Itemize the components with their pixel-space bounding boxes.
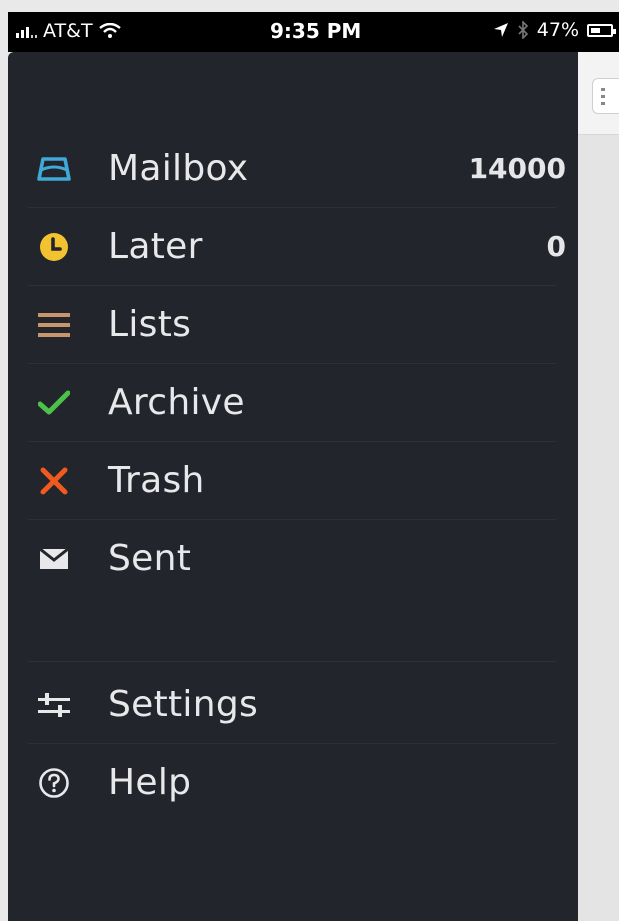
status-bar: AT&T 9:35 PM 47%: [8, 12, 619, 52]
help-circle-icon: [34, 763, 74, 803]
menu-item-label: Later: [108, 226, 203, 267]
battery-icon: [587, 23, 616, 37]
sliders-icon: [34, 685, 74, 725]
menu-item-help[interactable]: Help: [28, 744, 556, 821]
menu-item-mailbox[interactable]: Mailbox 14000: [28, 130, 566, 208]
content-toolbar: [578, 52, 619, 135]
carrier-name: AT&T: [43, 20, 93, 42]
menu-divider: [28, 661, 556, 662]
menu-item-trash[interactable]: Trash: [28, 442, 556, 520]
side-menu: Mailbox 14000 Later 0 Lists Archive Tras…: [8, 52, 578, 921]
checkmark-icon: [34, 383, 74, 423]
bluetooth-icon: [518, 21, 528, 39]
battery-percent: 47%: [536, 19, 579, 41]
menu-item-later[interactable]: Later 0: [28, 208, 566, 286]
menu-item-label: Help: [108, 762, 192, 803]
status-bar-left: AT&T: [16, 20, 121, 42]
signal-strength-icon: [16, 24, 37, 38]
menu-item-label: Trash: [108, 460, 205, 501]
clock-icon: [34, 227, 74, 267]
x-icon: [34, 461, 74, 501]
wifi-icon: [98, 23, 121, 38]
menu-item-label: Mailbox: [108, 148, 249, 189]
envelope-icon: [34, 539, 74, 579]
menu-item-label: Sent: [108, 538, 192, 579]
menu-item-count: 0: [546, 230, 566, 263]
status-time: 9:35 PM: [270, 19, 362, 43]
menu-item-label: Settings: [108, 684, 259, 725]
menu-item-label: Archive: [108, 382, 245, 423]
menu-item-lists[interactable]: Lists: [28, 286, 556, 364]
list-icon: [34, 305, 74, 345]
status-bar-right: 47%: [493, 19, 616, 41]
menu-item-count: 14000: [468, 152, 566, 185]
menu-item-archive[interactable]: Archive: [28, 364, 556, 442]
menu-item-label: Lists: [108, 304, 192, 345]
menu-toggle-button[interactable]: [592, 78, 619, 114]
main-content-peek[interactable]: [578, 52, 619, 921]
menu-item-sent[interactable]: Sent: [28, 520, 556, 597]
location-arrow-icon: [493, 23, 508, 37]
menu-item-settings[interactable]: Settings: [28, 666, 556, 744]
mailbox-tray-icon: [34, 149, 74, 189]
